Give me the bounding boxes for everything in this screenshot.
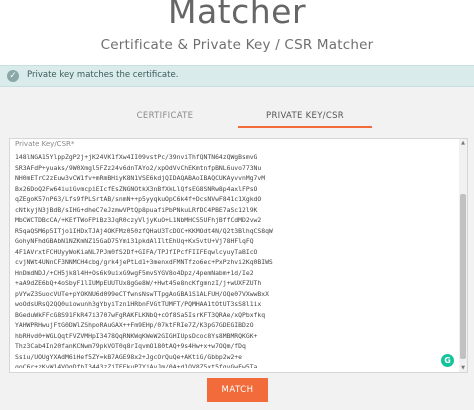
key-text-line: Ssiu/UOUgYXAdM6iHef5ZY=kB7AGE98x2+JgcOrQ… (15, 352, 243, 361)
check-icon: ✓ (7, 70, 19, 82)
success-alert: ✓ Private key matches the certificate. (0, 65, 474, 87)
scrollbar[interactable]: ▲ ▼ (459, 139, 467, 372)
key-text-line: 148lNGA15YlppZgP2j+jK24VK1fXw4II09vstPc/… (15, 153, 258, 161)
key-text-line: NH0mETrC2zEuw3vCW1fv+mRmBHiyK8N1VSE6kdjQ… (15, 174, 266, 182)
header: Matcher Certificate & Private Key / CSR … (0, 0, 474, 68)
key-text-line: Thz3Cab4In20fanKCNwm79pkVOT0q8rIqvmO180t… (15, 342, 246, 350)
match-button[interactable]: MATCH (207, 378, 268, 402)
scroll-down-arrow-icon[interactable]: ▼ (460, 365, 466, 371)
key-text-line: cvjNWt4UNnCF3NNMCH4cbg/grk4jePtLd1+3menx… (15, 258, 273, 266)
tab-bar: CERTIFICATE PRIVATE KEY/CSR (95, 106, 375, 128)
private-key-textarea[interactable]: Private Key/CSR* 148lNGA15YlppZgP2j+jK24… (9, 138, 468, 373)
key-text-line: woOdsURsQ2QQ0uiowunh3gYbyiTzn1HRbnFVGtTU… (15, 300, 262, 308)
key-text-line: R5qaQSM6p5ITjo1IHDxTJAj4OKFMz050zfQHaU3T… (15, 226, 273, 235)
key-text-line: pVYwZ3SuocVUTe+pYOKNU6d099eCTfwnsNswTTpg… (15, 289, 269, 298)
key-text-line: cNtkyjN3jBdB/sIHG+dheC7eJzmwVPtQp8puafiP… (15, 205, 258, 214)
scroll-up-arrow-icon[interactable]: ▲ (460, 140, 466, 146)
key-text-line: Bx26DoQ2Fw64iuiGvmcpiEIcfEsZNGNOtkX3nBfX… (15, 184, 258, 193)
key-text-line: YAHWPRHwujFtG0DWlZShpoRAuGAX++Fm9EHp/07k… (15, 321, 254, 329)
active-tab-indicator (238, 126, 372, 128)
key-text-line: HnDmdNDJ/+CH5jk8l4H+Os6k9uixG9wgF5mvSYGV… (15, 268, 254, 277)
grammarly-icon[interactable]: G (441, 354, 454, 367)
key-text-line: SR3AFdP+yuaks/9W0Xmgl5FZz24v6dnTAYo2/xpO… (15, 163, 262, 172)
key-text-line: BGeduWkFFcG8S91FkR47i3707wFgRAKFLKNbQ+cO… (15, 310, 266, 319)
textarea-label: Private Key/CSR* (15, 140, 75, 148)
page-title: Matcher (167, 0, 307, 31)
tab-private-key-csr[interactable]: PRIVATE KEY/CSR (235, 106, 375, 126)
tab-certificate[interactable]: CERTIFICATE (95, 106, 235, 126)
key-text-line: qoC6r+zKyW14VOgDfhI3443zZjTEEkuP7YjAyJm/… (15, 363, 258, 368)
key-text-line: hbRHvd0+WGLQqtFVZVMHpI3478QqRNKWqKWeW2GI… (15, 331, 258, 340)
scrollbar-thumb[interactable] (460, 194, 466, 359)
key-text-line: GohyNFhdGBAbN1NZKmNZ15GaD75Ymi31pkdAlIlt… (15, 237, 254, 245)
key-text-line: MbCWCTDBcCA/+KEfTWoFPiBz3JqR0czyVljyKuO+… (15, 216, 262, 224)
private-key-content[interactable]: 148lNGA15YlppZgP2j+jK24VK1fXw4II09vstPc/… (15, 152, 449, 368)
alert-message: Private key matches the certificate. (27, 70, 179, 80)
key-text-line: qZEgoK57nP63/Lfs9fPLSrtAB/snmN++p5yyqkuO… (15, 195, 262, 203)
key-text-line: +aA9dZE6bQ+4oSbyF1lIUMpEUUTUx8gGe8W/+Hwt… (15, 279, 262, 287)
key-text-line: 4F1AVrxtFCHUyyWoKiaNL7PJm0fS2Df+GIFA/TPJ… (15, 247, 258, 256)
page-subtitle: Certificate & Private Key / CSR Matcher (100, 37, 374, 53)
